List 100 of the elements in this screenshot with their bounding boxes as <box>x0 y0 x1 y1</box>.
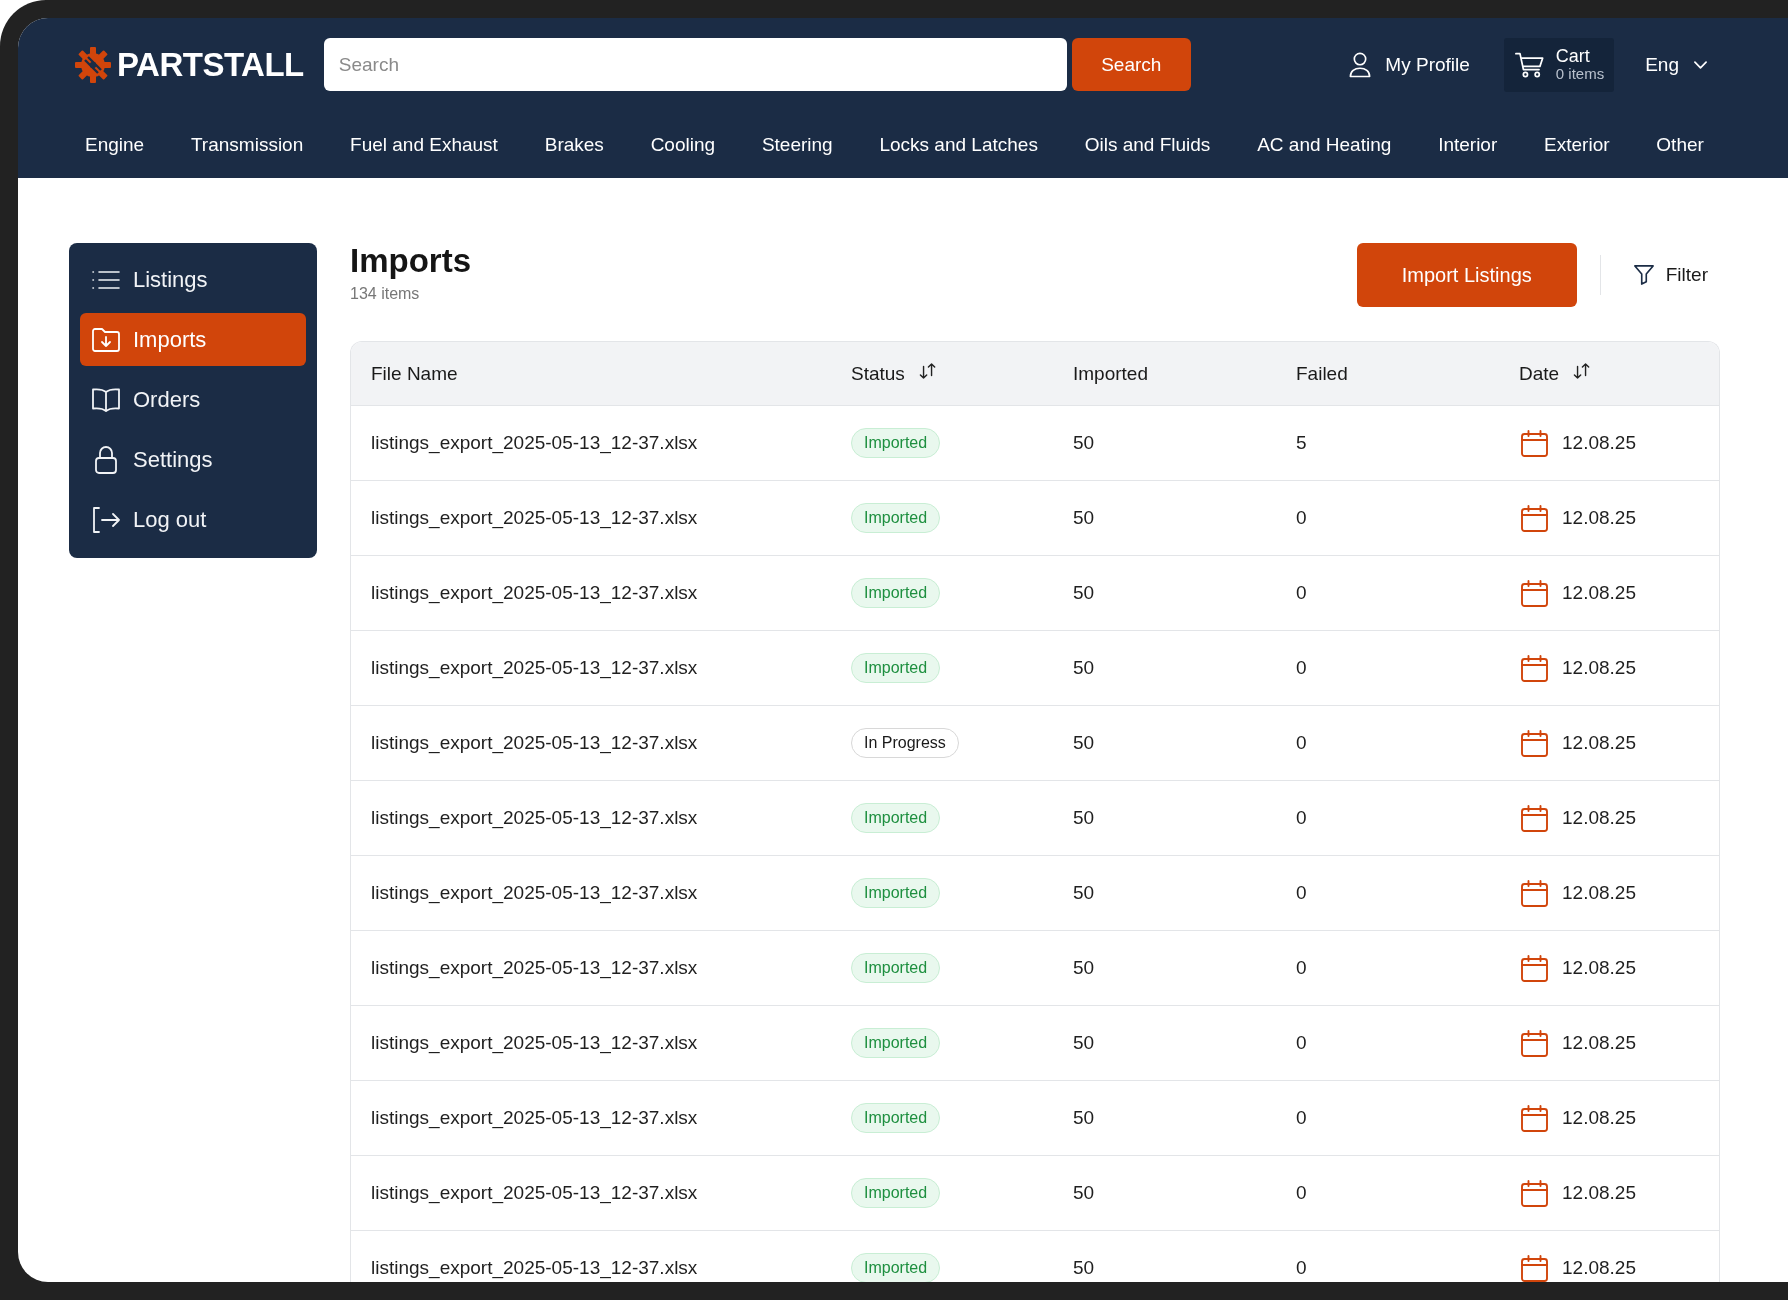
file-name: listings_export_2025-05-13_12-37.xlsx <box>371 883 698 903</box>
sort-icon[interactable] <box>918 362 937 379</box>
nav-link[interactable]: AC and Heating <box>1257 134 1392 156</box>
imported-count: 50 <box>1073 1183 1095 1203</box>
imported-count: 50 <box>1073 658 1095 678</box>
date-text: 12.08.25 <box>1562 958 1636 978</box>
language-select[interactable]: Eng <box>1645 53 1707 76</box>
file-name: listings_export_2025-05-13_12-37.xlsx <box>371 508 698 528</box>
sidebar-item[interactable]: Imports <box>80 313 306 366</box>
calendar-icon <box>1521 1104 1548 1132</box>
sidebar-item[interactable]: Listings <box>80 253 306 306</box>
sidebar-item[interactable]: Settings <box>80 433 306 486</box>
search-button[interactable]: Search <box>1071 38 1191 91</box>
nav-link[interactable]: Other <box>1656 134 1704 156</box>
column-header: Imported <box>1073 362 1148 385</box>
status-badge: Imported <box>851 1103 941 1133</box>
calendar-icon <box>1521 654 1548 682</box>
file-name: listings_export_2025-05-13_12-37.xlsx <box>371 433 698 453</box>
date-text: 12.08.25 <box>1562 1033 1636 1053</box>
date-text: 12.08.25 <box>1562 733 1636 753</box>
sort-icon[interactable] <box>1573 362 1592 379</box>
nav-link[interactable]: Engine <box>85 134 145 156</box>
calendar-icon <box>1521 729 1548 757</box>
page-title: Imports <box>350 243 471 280</box>
failed-count: 0 <box>1296 658 1307 678</box>
profile-link[interactable]: My Profile <box>1349 51 1470 78</box>
status-badge: Imported <box>851 1178 941 1208</box>
nav-link[interactable]: Cooling <box>650 134 716 156</box>
file-name: listings_export_2025-05-13_12-37.xlsx <box>371 733 698 753</box>
imported-count: 50 <box>1073 958 1095 978</box>
calendar-icon <box>1521 1029 1548 1057</box>
search-field[interactable]: Search <box>323 38 1067 91</box>
file-name: listings_export_2025-05-13_12-37.xlsx <box>371 1183 698 1203</box>
file-name: listings_export_2025-05-13_12-37.xlsx <box>371 583 698 603</box>
failed-count: 0 <box>1296 808 1307 828</box>
imported-count: 50 <box>1073 433 1095 453</box>
status-badge: Imported <box>851 1253 941 1282</box>
filter-button[interactable]: Filter <box>1633 264 1708 286</box>
imported-count: 50 <box>1073 883 1095 903</box>
cart-button[interactable]: Cart 0 items <box>1503 37 1615 92</box>
file-name: listings_export_2025-05-13_12-37.xlsx <box>371 658 698 678</box>
column-header: Failed <box>1296 362 1348 385</box>
failed-count: 0 <box>1296 1108 1307 1128</box>
column-header[interactable]: Date <box>1519 362 1560 385</box>
status-badge: Imported <box>851 878 941 908</box>
imported-count: 50 <box>1073 808 1095 828</box>
nav-link[interactable]: Exterior <box>1544 134 1610 156</box>
imported-count: 50 <box>1073 1258 1095 1278</box>
user-icon <box>1349 51 1372 78</box>
sidebar-item[interactable]: Log out <box>80 493 306 546</box>
gear-logo-icon <box>75 46 111 83</box>
logo-text[interactable]: PARTSTALL <box>117 48 304 81</box>
failed-count: 5 <box>1296 433 1307 453</box>
status-badge: Imported <box>851 803 941 833</box>
calendar-icon <box>1521 954 1548 982</box>
failed-count: 0 <box>1296 733 1307 753</box>
imported-count: 50 <box>1073 1108 1095 1128</box>
file-name: listings_export_2025-05-13_12-37.xlsx <box>371 958 698 978</box>
nav-link[interactable]: Brakes <box>544 134 604 156</box>
date-text: 12.08.25 <box>1562 1108 1636 1128</box>
date-text: 12.08.25 <box>1562 658 1636 678</box>
failed-count: 0 <box>1296 883 1307 903</box>
status-badge: Imported <box>851 578 941 608</box>
nav-link[interactable]: Interior <box>1438 134 1498 156</box>
date-text: 12.08.25 <box>1562 433 1636 453</box>
calendar-icon <box>1521 1179 1548 1207</box>
file-name: listings_export_2025-05-13_12-37.xlsx <box>371 1258 698 1278</box>
file-name: listings_export_2025-05-13_12-37.xlsx <box>371 1033 698 1053</box>
failed-count: 0 <box>1296 958 1307 978</box>
imported-count: 50 <box>1073 1033 1095 1053</box>
status-badge: Imported <box>851 1028 941 1058</box>
book-icon <box>92 387 120 412</box>
status-badge: Imported <box>851 503 941 533</box>
failed-count: 0 <box>1296 1033 1307 1053</box>
status-badge: Imported <box>851 953 941 983</box>
import-listings-button[interactable]: Import Listings <box>1356 243 1577 307</box>
nav-link[interactable]: Transmission <box>190 134 304 156</box>
failed-count: 0 <box>1296 508 1307 528</box>
column-header: File Name <box>371 362 458 385</box>
date-text: 12.08.25 <box>1562 583 1636 603</box>
date-text: 12.08.25 <box>1562 808 1636 828</box>
nav-link[interactable]: Locks and Latches <box>879 134 1038 156</box>
calendar-icon <box>1521 879 1548 907</box>
calendar-icon <box>1521 504 1548 532</box>
sidebar-item[interactable]: Orders <box>80 373 306 426</box>
nav-link[interactable]: Steering <box>761 134 833 156</box>
failed-count: 0 <box>1296 1258 1307 1278</box>
nav-link[interactable]: Oils and Fluids <box>1084 134 1211 156</box>
logout-icon <box>92 506 120 533</box>
status-badge: Imported <box>851 653 941 683</box>
imported-count: 50 <box>1073 733 1095 753</box>
imported-count: 50 <box>1073 508 1095 528</box>
list-icon <box>92 269 120 290</box>
cart-icon <box>1514 51 1544 78</box>
calendar-icon <box>1521 429 1548 457</box>
status-badge: Imported <box>851 428 941 458</box>
column-header[interactable]: Status <box>851 362 905 385</box>
calendar-icon <box>1521 579 1548 607</box>
nav-link[interactable]: Fuel and Exhaust <box>350 134 498 156</box>
lock-icon <box>95 445 117 474</box>
